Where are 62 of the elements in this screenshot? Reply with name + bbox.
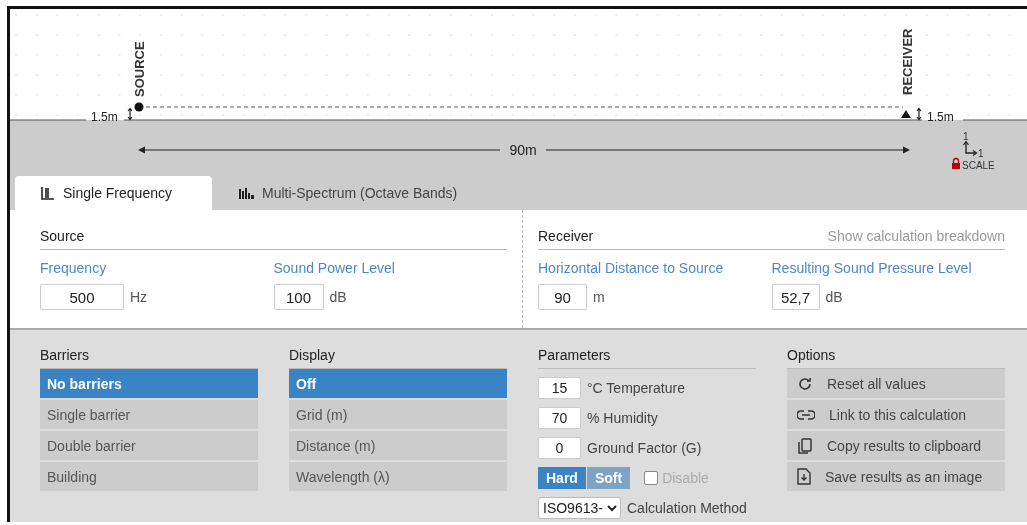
- unit-label: Hz: [130, 289, 148, 305]
- list-option[interactable]: Building: [40, 462, 258, 491]
- section-title: Source: [40, 228, 85, 244]
- number-input[interactable]: 500: [40, 284, 124, 310]
- parameter-label: °C Temperature: [587, 380, 685, 396]
- unit-label: dB: [329, 289, 347, 305]
- option-button[interactable]: Save results as an image: [787, 462, 1005, 491]
- list-option[interactable]: Double barrier: [40, 431, 258, 460]
- unit-label: m: [593, 289, 605, 305]
- list-option[interactable]: Grid (m): [289, 400, 507, 429]
- tab[interactable]: Single Frequency: [15, 176, 212, 210]
- section-title: Options: [787, 347, 837, 365]
- parameter-label: % Humidity: [587, 410, 658, 426]
- reset-icon: [797, 375, 813, 392]
- field-label: Resulting Sound Pressure Level: [771, 260, 973, 276]
- receiver-height-label: 1.5m: [927, 110, 954, 124]
- option-button[interactable]: Copy results to clipboard: [787, 431, 1005, 460]
- section-title: Display: [289, 347, 336, 365]
- number-input[interactable]: 90: [538, 284, 587, 310]
- section-title: Receiver: [538, 228, 594, 244]
- unit-label: dB: [825, 289, 843, 305]
- source-dot[interactable]: [134, 102, 144, 112]
- file-download-icon: [797, 468, 811, 485]
- number-input[interactable]: 100: [273, 284, 324, 310]
- checkbox[interactable]: [644, 471, 659, 485]
- tab[interactable]: Multi-Spectrum (Octave Bands): [212, 176, 486, 210]
- section-title: Parameters: [538, 347, 612, 365]
- lock-icon[interactable]: [952, 157, 960, 169]
- parameter-label: Ground Factor (G): [587, 440, 702, 456]
- option-button[interactable]: Reset all values: [787, 369, 1005, 398]
- number-input[interactable]: 15: [538, 377, 581, 399]
- scale-axes-icon[interactable]: [962, 140, 978, 157]
- section-title: Barriers: [40, 347, 90, 365]
- height-arrow-icon: [127, 107, 133, 121]
- number-input[interactable]: 70: [538, 407, 581, 429]
- list-option[interactable]: Off: [289, 369, 507, 398]
- scale-label: SCALE: [962, 160, 995, 171]
- number-input[interactable]: 0: [538, 437, 581, 459]
- list-option[interactable]: No barriers: [40, 369, 258, 398]
- receiver-label: RECEIVER: [900, 28, 915, 95]
- link-icon: [797, 409, 815, 420]
- method-select[interactable]: ISO9613-: [538, 497, 621, 519]
- list-option[interactable]: Distance (m): [289, 431, 507, 460]
- field-label: Frequency: [40, 260, 108, 276]
- field-label: Horizontal Distance to Source: [538, 260, 725, 276]
- list-option[interactable]: Wavelength (λ): [289, 462, 507, 491]
- copy-icon: [797, 437, 813, 454]
- parameter-label: Calculation Method: [627, 500, 747, 516]
- list-option[interactable]: Single barrier: [40, 400, 258, 429]
- receiver-triangle[interactable]: [901, 110, 911, 118]
- number-input[interactable]: 52,7: [771, 284, 820, 310]
- option-button[interactable]: Link to this calculation: [787, 400, 1005, 429]
- single-peak-icon: [41, 186, 55, 200]
- source-label: SOURCE: [132, 41, 147, 97]
- source-height-label: 1.5m: [91, 110, 118, 124]
- distance-label: 90m: [509, 142, 537, 158]
- height-arrow-icon: [916, 107, 922, 121]
- field-label: Sound Power Level: [273, 260, 396, 276]
- ground-toggle[interactable]: Hard: [538, 467, 586, 489]
- bar-spectrum-icon: [238, 187, 254, 199]
- scale-x-label: 1: [978, 148, 984, 159]
- scale-y-label: 1: [963, 131, 969, 142]
